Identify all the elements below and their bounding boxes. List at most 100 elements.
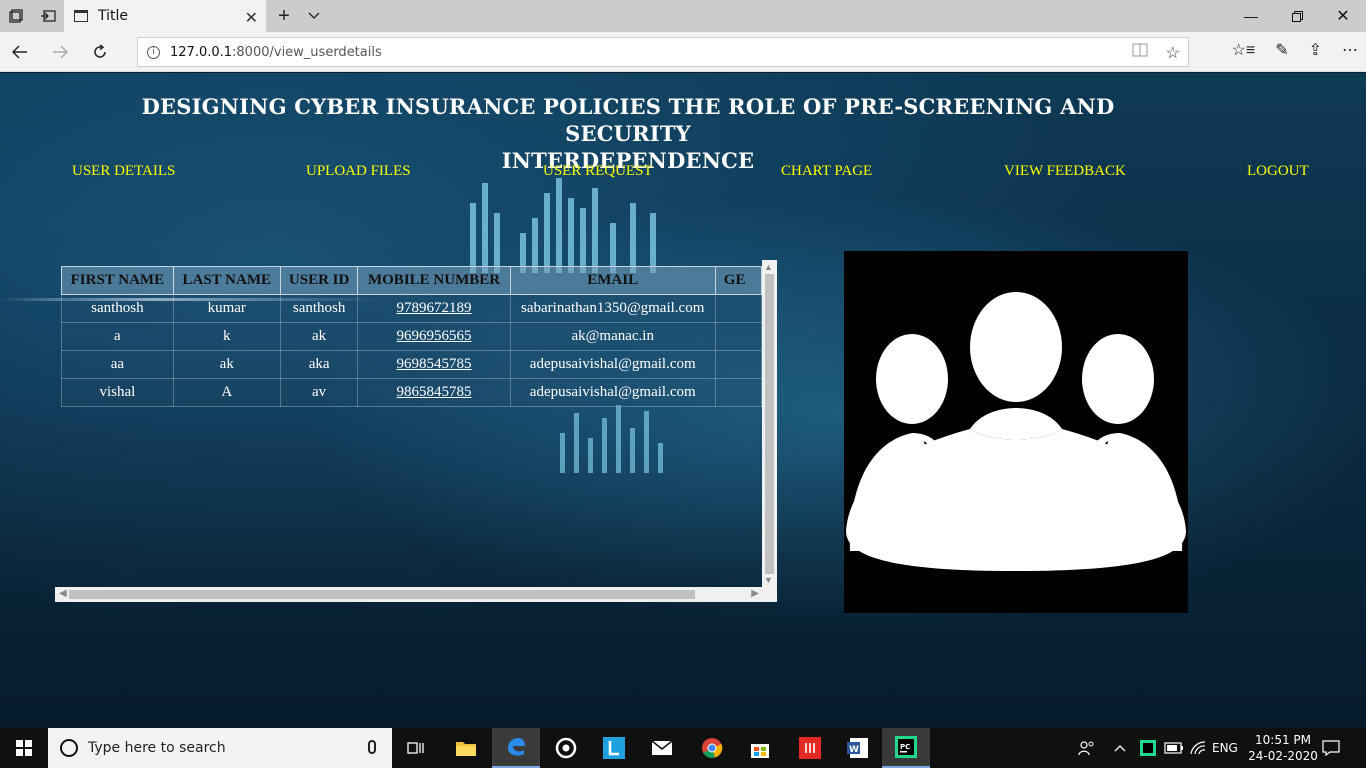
nav-user-request[interactable]: USER REQUEST (543, 163, 653, 180)
mail-icon[interactable] (638, 728, 686, 768)
people-icon[interactable] (1078, 728, 1096, 768)
table-cell: ak (279, 322, 359, 351)
info-icon[interactable]: i (147, 45, 160, 59)
nav-logout[interactable]: LOGOUT (1247, 163, 1309, 180)
table-cell: 9789672189 (357, 294, 511, 323)
scroll-thumb[interactable] (765, 274, 774, 574)
l-app-icon[interactable] (590, 728, 638, 768)
column-header: EMAIL (509, 266, 716, 295)
table-cell: k (172, 322, 281, 351)
table-cell: 9865845785 (357, 378, 511, 407)
column-header: USER ID (279, 266, 359, 295)
page-title: DESIGNING CYBER INSURANCE POLICIES THE R… (141, 94, 1115, 173)
user-details-panel: FIRST NAME LAST NAME USER ID MOBILE NUMB… (55, 260, 777, 602)
nav-chart-page[interactable]: CHART PAGE (781, 163, 872, 180)
chrome-icon[interactable] (688, 728, 736, 768)
table-cell: A (172, 378, 281, 407)
minimize-icon[interactable]: — (1228, 0, 1274, 32)
table-cell: a (61, 322, 174, 351)
task-view-icon[interactable] (392, 728, 440, 768)
tab-actions-icon[interactable] (0, 0, 32, 32)
scroll-up-icon[interactable]: ▲ (764, 262, 773, 272)
chevron-down-icon[interactable] (298, 0, 330, 32)
language-indicator[interactable]: ENG (1212, 728, 1238, 768)
table-cell: 9698545785 (357, 350, 511, 379)
microphone-icon[interactable] (368, 740, 376, 754)
media-app-icon[interactable] (542, 728, 590, 768)
store-icon[interactable] (736, 728, 784, 768)
table-cell (714, 378, 762, 407)
back-icon[interactable] (4, 36, 36, 68)
file-explorer-icon[interactable] (442, 728, 490, 768)
tray-app-icon[interactable] (1140, 728, 1156, 768)
table-row: santhosh kumar santhosh 9789672189 sabar… (61, 294, 762, 323)
nav-upload-files[interactable]: UPLOAD FILES (306, 163, 411, 180)
reading-view-icon[interactable] (1132, 43, 1148, 63)
refresh-icon[interactable] (84, 36, 116, 68)
table-cell: kumar (172, 294, 281, 323)
table-cell: sabarinathan1350@gmail.com (509, 294, 716, 323)
url-field[interactable]: i 127.0.0.1:8000/view_userdetails ☆ (137, 37, 1189, 67)
share-icon[interactable]: ⇪ (1309, 40, 1322, 60)
notifications-icon[interactable] (1322, 728, 1340, 768)
word-icon[interactable]: W (834, 728, 882, 768)
address-bar: i 127.0.0.1:8000/view_userdetails ☆ ☆≡ ✎… (0, 32, 1366, 72)
scroll-right-icon[interactable]: ▶ (751, 588, 759, 599)
tab-title: Title (98, 8, 129, 24)
chevron-up-icon[interactable] (1114, 728, 1126, 768)
scroll-thumb[interactable] (69, 590, 695, 599)
windows-start-icon[interactable] (0, 728, 48, 768)
mobile-link[interactable]: 9865845785 (397, 384, 472, 400)
table-cell (714, 350, 762, 379)
table-cell: aka (279, 350, 359, 379)
browser-tab[interactable]: Title ✕ (64, 0, 266, 32)
scroll-down-icon[interactable]: ▼ (764, 575, 773, 585)
table-cell (714, 322, 762, 351)
nav-view-feedback[interactable]: VIEW FEEDBACK (1004, 163, 1126, 180)
table-row: vishal A av 9865845785 adepusaivishal@gm… (61, 378, 762, 407)
url-text: 127.0.0.1:8000/view_userdetails (170, 44, 382, 60)
new-tab-icon[interactable]: + (268, 0, 300, 32)
battery-icon[interactable] (1164, 728, 1184, 768)
taskbar: Type here to search W PC ENG 10:51 PM 24… (0, 728, 1366, 768)
table-row: aa ak aka 9698545785 adepusaivishal@gmai… (61, 350, 762, 379)
table-cell: av (279, 378, 359, 407)
taskbar-search[interactable]: Type here to search (48, 728, 392, 768)
table-cell: adepusaivishal@gmail.com (509, 378, 716, 407)
horizontal-scrollbar[interactable]: ◀ ▶ (55, 587, 777, 602)
wifi-icon[interactable] (1190, 728, 1206, 768)
table-header-row: FIRST NAME LAST NAME USER ID MOBILE NUMB… (61, 266, 762, 295)
close-window-icon[interactable]: ✕ (1320, 0, 1366, 32)
red-app-icon[interactable] (786, 728, 834, 768)
mobile-link[interactable]: 9696956565 (397, 328, 472, 344)
mobile-link[interactable]: 9789672189 (397, 300, 472, 316)
scroll-left-icon[interactable]: ◀ (59, 588, 67, 599)
vertical-scrollbar[interactable]: ▲ ▼ (762, 260, 777, 587)
favorite-star-icon[interactable]: ☆ (1166, 43, 1180, 63)
more-icon[interactable]: ⋯ (1342, 40, 1358, 60)
table-cell (714, 294, 762, 323)
search-icon (60, 739, 78, 757)
page-icon (74, 10, 88, 22)
column-header: MOBILE NUMBER (357, 266, 511, 295)
mobile-link[interactable]: 9698545785 (397, 356, 472, 372)
page-body: DESIGNING CYBER INSURANCE POLICIES THE R… (0, 73, 1366, 728)
pen-icon[interactable]: ✎ (1275, 40, 1288, 60)
set-aside-tabs-icon[interactable] (32, 0, 64, 32)
favorites-icon[interactable]: ☆≡ (1232, 40, 1256, 60)
table-viewport: FIRST NAME LAST NAME USER ID MOBILE NUMB… (55, 260, 762, 587)
edge-browser-icon[interactable] (492, 728, 540, 768)
forward-icon[interactable] (44, 36, 76, 68)
user-details-table: FIRST NAME LAST NAME USER ID MOBILE NUMB… (61, 266, 762, 407)
close-tab-icon[interactable]: ✕ (245, 8, 258, 28)
pycharm-icon[interactable]: PC (882, 728, 930, 768)
restore-icon[interactable] (1274, 0, 1320, 32)
clock-date: 24-02-2020 (1248, 749, 1318, 763)
table-cell: santhosh (279, 294, 359, 323)
table-cell: santhosh (61, 294, 174, 323)
table-row: a k ak 9696956565 ak@manac.in (61, 322, 762, 351)
table-cell: ak@manac.in (509, 322, 716, 351)
nav-user-details[interactable]: USER DETAILS (72, 163, 175, 180)
clock[interactable]: 10:51 PM 24-02-2020 (1244, 732, 1322, 764)
table-cell: ak (172, 350, 281, 379)
